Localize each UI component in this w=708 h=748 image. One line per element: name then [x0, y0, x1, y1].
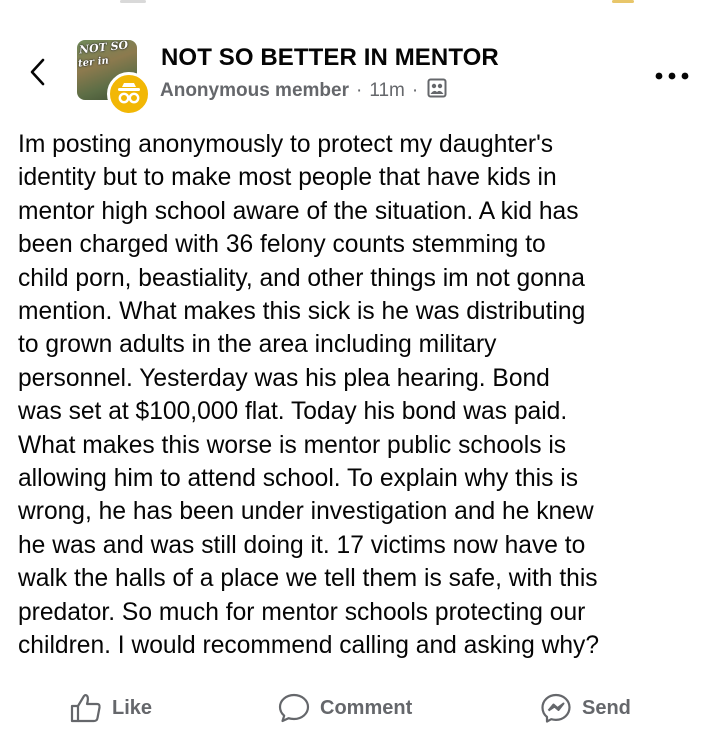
meta-separator: ·: [355, 80, 363, 101]
comment-button[interactable]: Comment: [278, 688, 412, 728]
avatar-text-line1: NOT SO: [78, 40, 129, 57]
post-time[interactable]: 11m: [369, 80, 405, 102]
like-label: Like: [112, 696, 153, 719]
send-button[interactable]: Send: [540, 688, 631, 728]
comment-label: Comment: [320, 696, 413, 719]
more-horizontal-icon: [655, 72, 689, 80]
post-action-bar: Like Comment Send: [0, 682, 708, 732]
meta-separator: ·: [411, 80, 419, 101]
group-name[interactable]: NOT SO BETTER IN MENTOR: [161, 44, 499, 72]
post-avatar[interactable]: NOT SO ter in: [77, 40, 155, 116]
send-label: Send: [582, 696, 631, 719]
status-bar-mark: [612, 0, 634, 3]
anonymous-incognito-icon: [118, 83, 140, 104]
status-bar-mark: [120, 0, 146, 3]
group-privacy-icon: [427, 78, 447, 104]
like-button[interactable]: Like: [70, 688, 152, 728]
messenger-icon: [541, 693, 571, 723]
chevron-left-icon: [30, 58, 45, 86]
post-text: Im posting anonymously to protect my dau…: [18, 131, 599, 660]
anonymous-avatar: [107, 72, 151, 116]
back-button[interactable]: [22, 52, 52, 92]
avatar-text-line2: ter in: [77, 55, 110, 70]
post-meta: Anonymous member · 11m ·: [160, 78, 447, 104]
post-header: NOT SO ter in NOT SO BETTER IN MENTOR An…: [0, 30, 708, 116]
thumbs-up-icon: [70, 694, 101, 723]
author-name[interactable]: Anonymous member: [160, 80, 349, 102]
more-options-button[interactable]: [650, 62, 694, 90]
speech-bubble-icon: [278, 693, 310, 723]
status-bar-remnant: [0, 0, 708, 14]
